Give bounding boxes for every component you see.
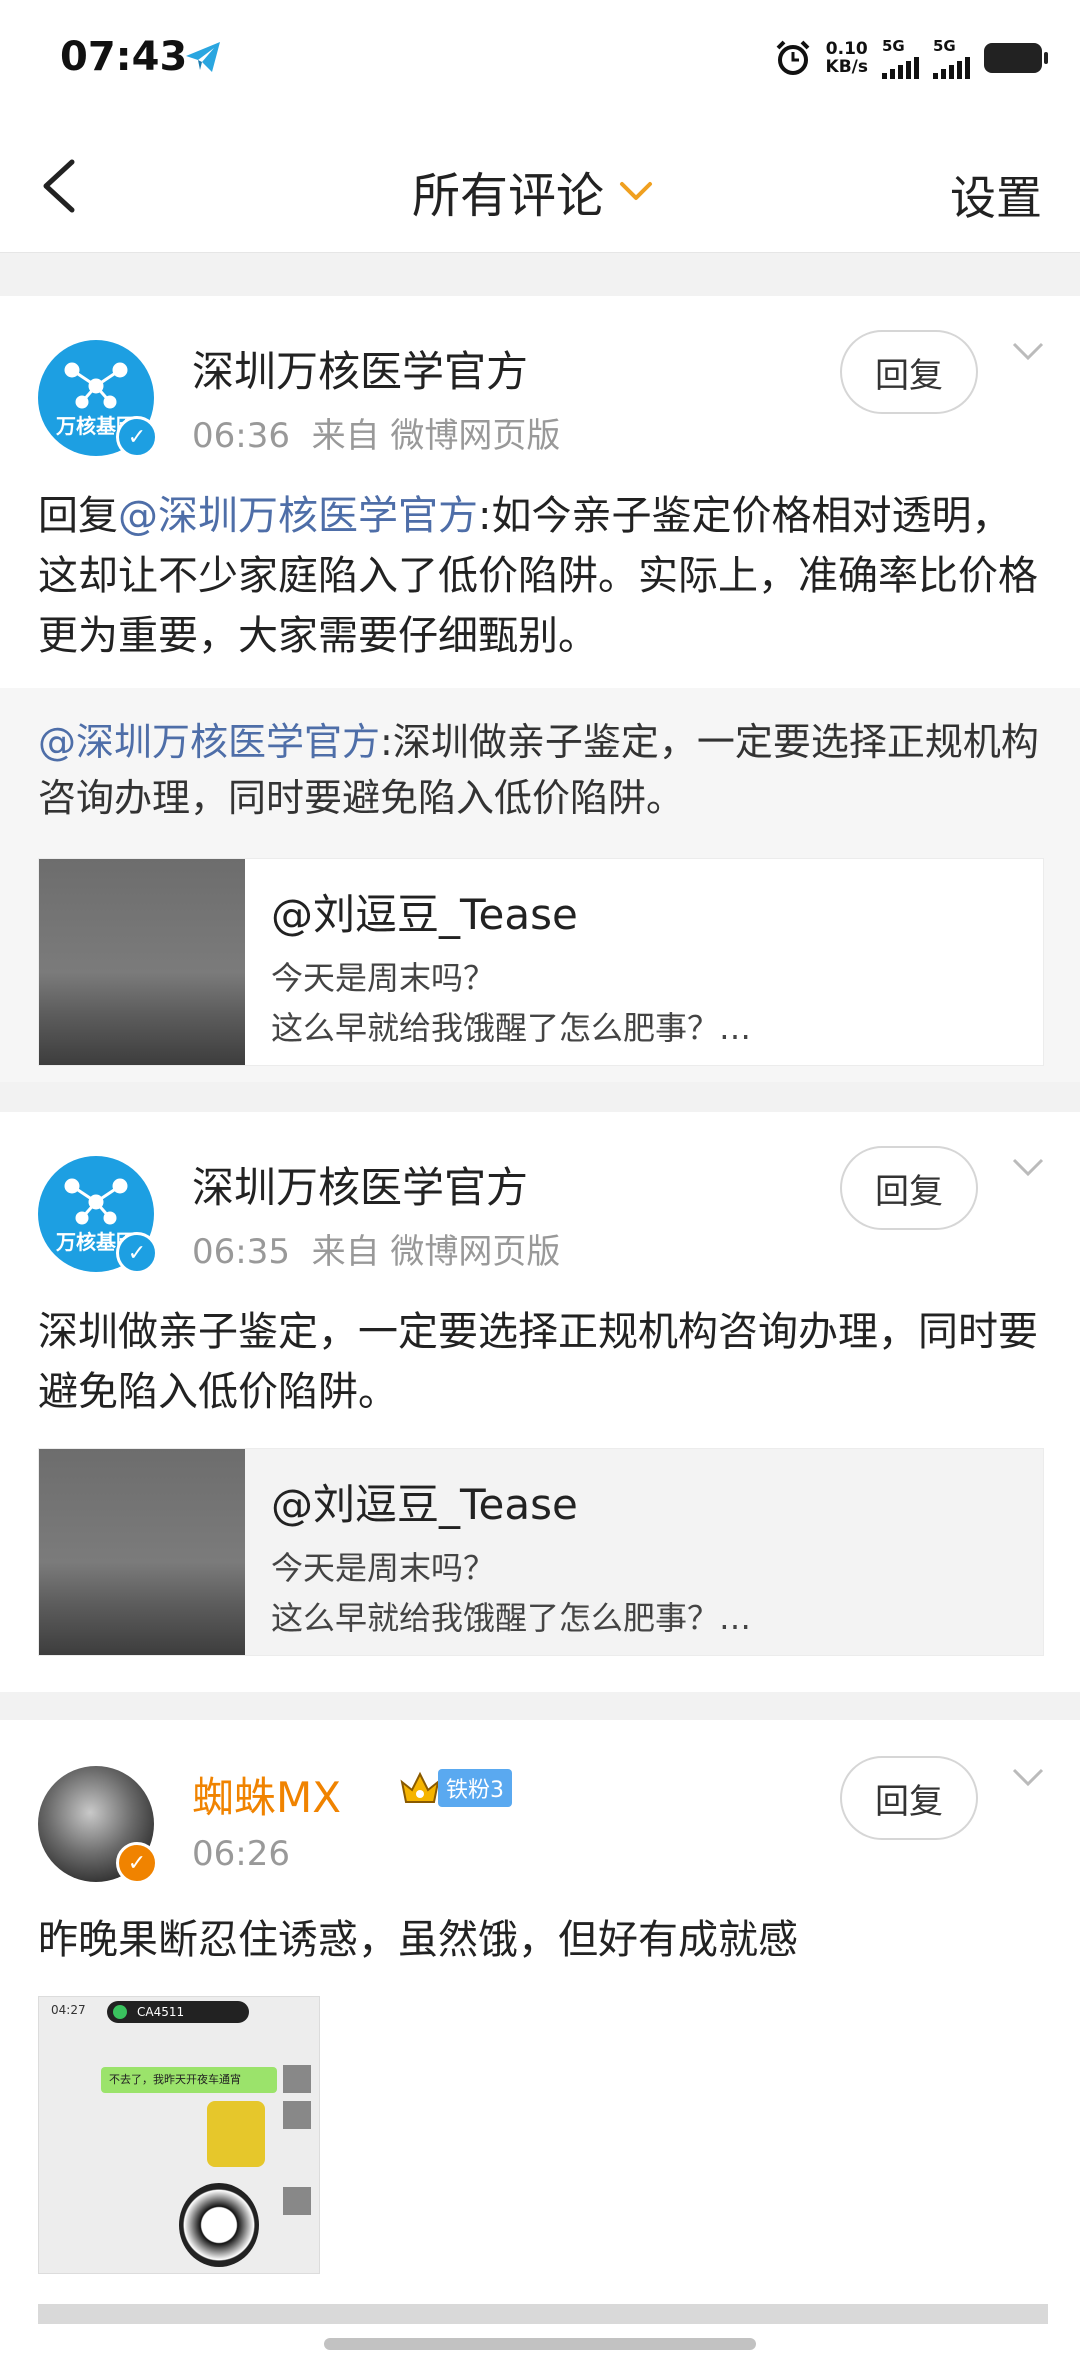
reply-button[interactable]: 回复 xyxy=(840,330,978,414)
verified-badge-icon: ✓ xyxy=(116,1842,158,1884)
sim1-signal: 5G xyxy=(882,37,919,79)
back-icon[interactable] xyxy=(32,154,92,218)
mention-link[interactable]: @深圳万核医学官方 xyxy=(118,493,478,539)
comment-meta: 06:35 来自 微博网页版 xyxy=(192,1232,561,1272)
comment-text: 深圳做亲子鉴定，一定要选择正规机构咨询办理，同时要避免陷入低价陷阱。 xyxy=(38,1309,1038,1415)
mention-link[interactable]: @深圳万核医学官方 xyxy=(38,720,380,764)
comment-card: 万核基因 ✓ 深圳万核医学官方 06:36 来自 微博网页版 回复 回复@深圳万… xyxy=(0,296,1080,1082)
linked-post-line: 这么早就给我饿醒了怎么肥事？… xyxy=(271,1009,752,1047)
comment-meta: 06:36 来自 微博网页版 xyxy=(192,416,561,456)
image-sticker xyxy=(207,2101,265,2167)
comment-text: 回复@深圳万核医学官方:如今亲子鉴定价格相对透明，这却让不少家庭陷入了低价陷阱。… xyxy=(38,493,1038,659)
image-time: 04:27 xyxy=(51,2003,86,2017)
comment-image[interactable]: 04:27 CA4511 不去了，我昨天开夜车通宵 xyxy=(38,1996,320,2274)
linked-post-line: 今天是周末吗？ xyxy=(271,1549,496,1587)
top-nav-bar: 所有评论 设置 xyxy=(0,120,1080,253)
chevron-down-icon[interactable] xyxy=(1008,1756,1048,1796)
crown-icon xyxy=(400,1771,440,1803)
quoted-text: @深圳万核医学官方:深圳做亲子鉴定，一定要选择正规机构咨询办理，同时要避免陷入低… xyxy=(38,720,1039,820)
settings-button[interactable]: 设置 xyxy=(950,162,1042,228)
linked-post-card[interactable]: @刘逗豆_Tease 今天是周末吗？ 这么早就给我饿醒了怎么肥事？… xyxy=(38,858,1044,1066)
home-indicator[interactable] xyxy=(324,2338,756,2350)
post-thumbnail xyxy=(39,859,245,1065)
status-time: 07:43 xyxy=(60,34,188,80)
next-content-edge xyxy=(38,2304,1048,2324)
linked-post-line: 这么早就给我饿醒了怎么肥事？… xyxy=(271,1599,752,1637)
comment-card: 万核基因 ✓ 深圳万核医学官方 06:35 来自 微博网页版 回复 深圳做亲子鉴… xyxy=(0,1112,1080,1692)
reply-button[interactable]: 回复 xyxy=(840,1756,978,1840)
quoted-comment[interactable]: @深圳万核医学官方:深圳做亲子鉴定，一定要选择正规机构咨询办理，同时要避免陷入低… xyxy=(0,688,1080,1082)
comment-filter-dropdown[interactable]: 所有评论 xyxy=(412,156,656,226)
image-chat-bubble: 不去了，我昨天开夜车通宵 xyxy=(101,2067,277,2093)
linked-post-author: @刘逗豆_Tease xyxy=(271,1480,578,1529)
reply-button[interactable]: 回复 xyxy=(840,1146,978,1230)
network-speed: 0.10 KB/s xyxy=(825,39,868,77)
image-avatar xyxy=(283,2101,311,2129)
image-avatar xyxy=(283,2065,311,2093)
comment-text: 昨晚果断忍住诱惑，虽然饿，但好有成就感 xyxy=(38,1917,798,1963)
image-sticker xyxy=(179,2183,259,2267)
image-avatar xyxy=(283,2187,311,2215)
linked-post-card[interactable]: @刘逗豆_Tease 今天是周末吗？ 这么早就给我饿醒了怎么肥事？… xyxy=(38,1448,1044,1656)
username[interactable]: 深圳万核医学官方 xyxy=(192,1154,528,1215)
fan-level-label: 铁粉3 xyxy=(438,1769,512,1807)
image-call-pill: CA4511 xyxy=(107,2001,249,2023)
verified-badge-icon: ✓ xyxy=(116,1232,158,1274)
telegram-icon xyxy=(186,42,220,72)
chevron-down-icon[interactable] xyxy=(1008,1146,1048,1186)
verified-badge-icon: ✓ xyxy=(116,416,158,458)
username[interactable]: 深圳万核医学官方 xyxy=(192,338,528,399)
username[interactable]: 蜘蛛MX xyxy=(192,1764,341,1825)
fan-badge[interactable]: 铁粉3 xyxy=(398,1768,512,1808)
comment-meta: 06:26 xyxy=(192,1834,290,1874)
linked-post-author: @刘逗豆_Tease xyxy=(271,890,578,939)
post-thumbnail xyxy=(39,1449,245,1655)
page-title: 所有评论 xyxy=(412,168,605,224)
linked-post-line: 今天是周末吗？ xyxy=(271,959,496,997)
sim2-signal: 5G xyxy=(933,37,970,79)
chevron-down-icon xyxy=(620,182,653,200)
alarm-icon xyxy=(776,40,809,75)
chevron-down-icon[interactable] xyxy=(1008,330,1048,370)
status-bar: 07:43 0.10 KB/s 5G 5G xyxy=(0,0,1080,120)
battery-icon xyxy=(984,43,1048,73)
